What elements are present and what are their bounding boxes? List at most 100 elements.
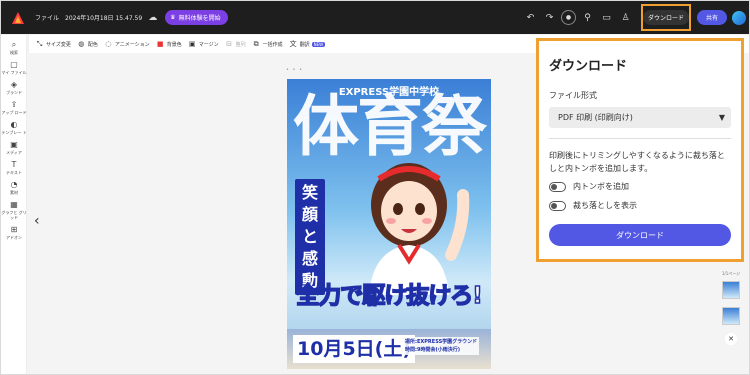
sidebar-item-upload[interactable]: ⇪ アップ ロード	[1, 100, 27, 115]
sidebar-item-brand[interactable]: ◈ ブランド	[1, 80, 27, 95]
sidebar-item-text[interactable]: T テキスト	[1, 160, 27, 175]
tool-margin[interactable]: ▣ マージン	[188, 40, 219, 48]
undo-icon[interactable]: ↶	[523, 10, 538, 25]
elements-icon: ◔	[10, 180, 18, 189]
tool-label: 配色	[87, 41, 98, 48]
tool-resize[interactable]: ⤡ サイズ変更	[36, 39, 71, 48]
redo-icon[interactable]: ↷	[542, 10, 557, 25]
file-format-select[interactable]: PDF 印刷 (印刷向け) ▼	[549, 107, 731, 128]
chevron-down-icon: ▼	[718, 113, 725, 122]
download-button[interactable]: ダウンロード	[643, 10, 690, 25]
sidebar-item-label: テンプレー ト	[1, 130, 27, 135]
animation-icon: ◌	[105, 40, 112, 48]
search-icon: ⌕	[11, 39, 17, 49]
download-panel-title: ダウンロード	[549, 59, 628, 74]
sidebar-item-label: アップ ロード	[1, 110, 27, 115]
comment-icon[interactable]: ▭	[599, 10, 614, 25]
tool-label: マージン	[198, 41, 219, 48]
margin-icon: ▣	[188, 40, 196, 48]
bleed-toggle-row[interactable]: 裁ち落としを表示	[549, 200, 731, 211]
translate-icon: 文	[289, 40, 297, 48]
poster-venue-line: 場所:EXPRESS学園グラウンド	[405, 339, 478, 345]
grid-icon: ▦	[10, 200, 18, 209]
sidebar-item-label: アドオン	[6, 235, 22, 240]
page-thumbnail[interactable]	[722, 281, 740, 299]
tool-bulk-create[interactable]: ⧉ 一括作成	[253, 39, 283, 48]
page-thumbnail[interactable]	[722, 307, 740, 325]
sidebar-item-my-files[interactable]: ▢ マイ ファイル	[1, 60, 27, 75]
sidebar-item-label: マイ ファイル	[1, 70, 27, 75]
pages-strip: 1/1ページ ✕	[720, 271, 742, 345]
sidebar-item-label: ブランド	[6, 90, 22, 95]
poster-slogan[interactable]: 全力で駆け抜けろ!	[287, 282, 491, 310]
align-icon: ⊟	[226, 40, 233, 48]
sidebar-item-label: 検索	[10, 50, 18, 55]
sidebar-item-template[interactable]: ◐ テンプレー ト	[1, 120, 27, 135]
crop-marks-label: 内トンボを追加	[573, 182, 629, 191]
panel-download-button[interactable]: ダウンロード	[549, 224, 731, 246]
sidebar-item-grid[interactable]: ▦ グラフと グリッド	[1, 200, 27, 220]
left-sidebar: ⌕ 検索 ▢ マイ ファイル ◈ ブランド ⇪ アップ ロード ◐ テンプレー ト ▣ メデ…	[1, 35, 27, 374]
tool-animation[interactable]: ◌ アニメーション	[105, 40, 150, 48]
file-format-value: PDF 印刷 (印刷向け)	[558, 113, 633, 122]
adobe-express-logo-icon[interactable]	[7, 7, 29, 29]
new-badge: NEW	[311, 41, 326, 47]
brand-icon: ◈	[10, 80, 18, 89]
account-icon[interactable]: ●	[561, 10, 576, 25]
previous-page-chevron-icon[interactable]: ‹	[34, 213, 40, 229]
sidebar-item-label: テキスト	[6, 170, 22, 175]
crown-icon: ♛	[170, 14, 176, 21]
tool-align: ⊟ 整列	[226, 40, 246, 48]
document-timestamp[interactable]: 2024年10月18日 15.47.59	[65, 13, 142, 22]
background-color-icon: ■	[156, 40, 164, 48]
bleed-toggle[interactable]	[549, 200, 566, 211]
crop-marks-toggle-row[interactable]: 内トンボを追加	[549, 181, 731, 192]
avatar[interactable]	[732, 10, 746, 25]
my-files-icon: ▢	[10, 60, 18, 69]
download-panel: ダウンロード ファイル形式 PDF 印刷 (印刷向け) ▼ 印刷後にトリミングし…	[536, 38, 744, 262]
print-description: 印刷後にトリミングしやすくなるように裁ち落としと内トンボを追加します。	[549, 151, 725, 173]
sidebar-item-label: グラフと グリッド	[1, 210, 27, 220]
start-trial-button[interactable]: ♛ 無料体験を開始	[165, 10, 228, 25]
app-window: ファイル 2024年10月18日 15.47.59 ☁ ♛ 無料体験を開始 ↶ …	[0, 0, 750, 375]
sidebar-item-label: 素材	[10, 190, 18, 195]
tool-label: 整列	[235, 41, 246, 48]
sidebar-item-media[interactable]: ▣ メディア	[1, 140, 27, 155]
poster-venue[interactable]: 場所:EXPRESS学園グラウンド 時間:9時開会(小雨決行)	[403, 337, 480, 355]
sidebar-item-addon[interactable]: ⊞ アドオン	[1, 225, 27, 240]
bulk-create-icon: ⧉	[253, 39, 259, 48]
divider	[549, 138, 731, 139]
tool-background-color[interactable]: ■ 背景色	[156, 40, 182, 48]
palette-icon: ◍	[78, 40, 85, 48]
poster-vertical-text[interactable]: 笑顔と感動	[295, 179, 325, 295]
text-icon: T	[11, 160, 17, 169]
share-button[interactable]: 共有	[697, 10, 727, 25]
download-button-highlight: ダウンロード	[641, 4, 691, 31]
file-menu[interactable]: ファイル	[35, 13, 59, 22]
poster-time-line: 時間:9時開会(小雨決行)	[405, 347, 461, 353]
poster-character-illustration[interactable]	[339, 145, 479, 295]
template-icon: ◐	[10, 120, 18, 129]
tool-translate[interactable]: 文翻訳 NEW	[289, 40, 326, 48]
file-format-label: ファイル形式	[549, 91, 597, 100]
resize-icon: ⤡	[36, 39, 43, 48]
poster-artboard[interactable]: EXPRESS学園中学校 体育祭 笑顔と感動 全力で駆け抜けろ! 10月5日(土…	[287, 79, 491, 369]
upload-icon: ⇪	[10, 100, 18, 109]
top-bar-right: ↶ ↷ ● ⚲ ▭ ♙ ダウンロード 共有	[521, 1, 749, 34]
crop-marks-toggle[interactable]	[549, 181, 566, 192]
tool-label: アニメーション	[114, 41, 150, 48]
start-trial-label: 無料体験を開始	[178, 15, 221, 22]
addon-icon: ⊞	[10, 225, 18, 234]
cloud-icon: ☁	[148, 12, 158, 23]
poster-date[interactable]: 10月5日(土)	[293, 335, 416, 363]
tool-label: 背景色	[166, 41, 182, 48]
close-icon[interactable]: ✕	[725, 333, 737, 345]
page-menu-dots-icon[interactable]: • • •	[286, 67, 303, 73]
location-pin-icon[interactable]: ⚲	[580, 10, 595, 25]
tool-palette[interactable]: ◍ 配色	[78, 40, 98, 48]
media-icon: ▣	[10, 140, 18, 149]
sidebar-item-elements[interactable]: ◔ 素材	[1, 180, 27, 195]
bleed-label: 裁ち落としを表示	[573, 201, 637, 210]
invite-user-icon[interactable]: ♙	[618, 10, 633, 25]
sidebar-item-search[interactable]: ⌕ 検索	[1, 39, 27, 56]
